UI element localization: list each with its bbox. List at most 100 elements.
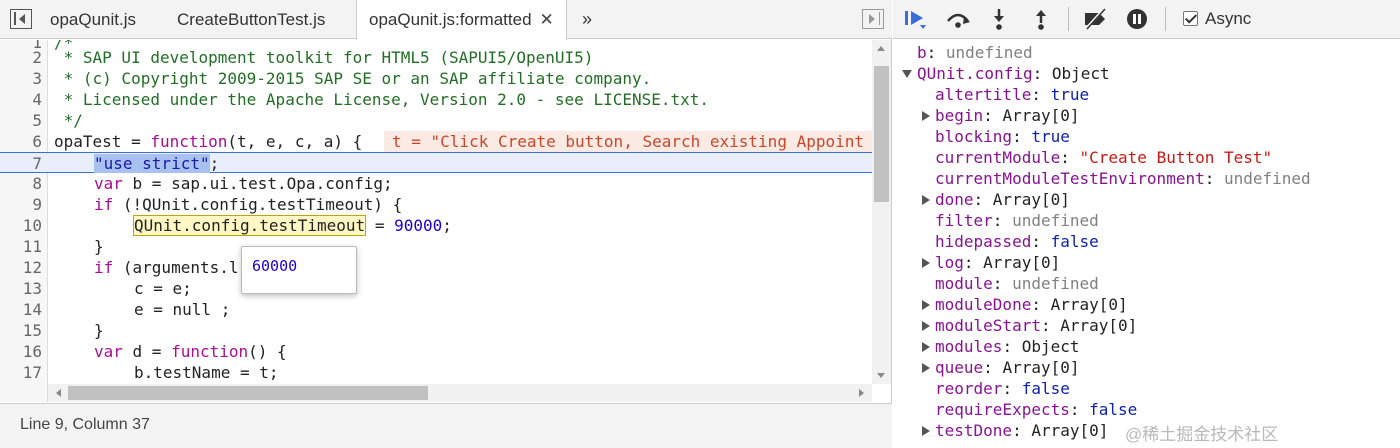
scope-row[interactable]: hidepassed: false xyxy=(893,231,1400,252)
property-name: currentModule xyxy=(935,148,1061,167)
expanded-triangle-icon[interactable] xyxy=(902,70,912,78)
scope-row[interactable]: filter: undefined xyxy=(893,210,1400,231)
scope-row[interactable]: reorder: false xyxy=(893,378,1400,399)
scope-row[interactable]: begin: Array[0] xyxy=(893,105,1400,126)
line-number[interactable]: 8 xyxy=(0,173,42,194)
hover-value: 60000 xyxy=(252,257,298,275)
pause-on-exceptions-icon[interactable] xyxy=(1124,7,1150,31)
tab-opaqunit[interactable]: opaQunit.js xyxy=(38,0,148,39)
deactivate-breakpoints-icon[interactable] xyxy=(1082,7,1108,31)
separator: : xyxy=(926,43,946,62)
line-number[interactable]: 6 xyxy=(0,131,42,152)
line-number[interactable]: 2 xyxy=(0,47,42,68)
code-editor[interactable]: 1/* 2 * SAP UI development toolkit for HT… xyxy=(0,40,872,384)
scrollbar-thumb[interactable] xyxy=(68,386,428,400)
async-checkbox[interactable] xyxy=(1183,11,1198,26)
code-line[interactable]: 3 * (c) Copyright 2009-2015 SAP SE or an… xyxy=(0,68,872,89)
scope-variables-tree[interactable]: b: undefined QUnit.config: Object altertit… xyxy=(893,40,1400,448)
line-number[interactable]: 9 xyxy=(0,194,42,215)
collapsed-triangle-icon[interactable] xyxy=(922,300,930,310)
scope-row[interactable]: requireExpects: false xyxy=(893,399,1400,420)
code-line[interactable]: 10 QUnit.config.testTimeout = 90000; xyxy=(0,215,872,236)
code-line[interactable]: 5 */ xyxy=(0,110,872,131)
scope-row[interactable]: b: undefined xyxy=(893,42,1400,63)
line-number[interactable]: 10 xyxy=(0,215,42,236)
scope-row[interactable]: moduleStart: Array[0] xyxy=(893,315,1400,336)
step-out-icon[interactable] xyxy=(1028,7,1054,31)
code-line[interactable]: 15} xyxy=(0,320,872,341)
step-over-icon[interactable] xyxy=(945,7,971,31)
line-number[interactable]: 3 xyxy=(0,68,42,89)
collapsed-triangle-icon[interactable] xyxy=(922,342,930,352)
close-icon[interactable]: ✕ xyxy=(540,0,554,40)
collapsed-triangle-icon[interactable] xyxy=(922,426,930,436)
line-number[interactable]: 12 xyxy=(0,257,42,278)
code-line[interactable]: 9 if (!QUnit.config.testTimeout) { xyxy=(0,194,872,215)
code-line[interactable]: 2 * SAP UI development toolkit for HTML5… xyxy=(0,47,872,68)
tab-overflow-icon[interactable]: » xyxy=(582,0,592,39)
code-line[interactable]: 4 * Licensed under the Apache License, V… xyxy=(0,89,872,110)
code-line[interactable]: 11} xyxy=(0,236,872,257)
code-line[interactable]: 6 opaTest = function(t, e, c, a) {t = "Cl… xyxy=(0,131,872,152)
scroll-up-icon[interactable] xyxy=(877,46,885,51)
code-line[interactable]: 7 "use strict"; xyxy=(0,152,872,173)
step-into-icon[interactable] xyxy=(986,7,1012,31)
collapsed-triangle-icon[interactable] xyxy=(922,363,930,373)
toggle-navigator-icon[interactable] xyxy=(10,9,32,29)
code-line[interactable]: 12if (arguments.l ) { xyxy=(0,257,872,278)
scope-row[interactable]: QUnit.config: Object xyxy=(893,63,1400,84)
scope-row[interactable]: blocking: true xyxy=(893,126,1400,147)
line-number[interactable]: 16 xyxy=(0,341,42,362)
toggle-debugger-icon[interactable] xyxy=(862,9,884,29)
resume-icon[interactable] xyxy=(903,7,929,31)
editor-tab-bar: opaQunit.js CreateButtonTest.js opaQunit… xyxy=(0,0,892,40)
code-line[interactable]: 13 c = e; xyxy=(0,278,872,299)
code-token: b.testName = t; xyxy=(134,363,279,382)
scope-entry: queue: Array[0] xyxy=(935,357,1080,378)
scope-row[interactable]: currentModule: "Create Button Test" xyxy=(893,147,1400,168)
line-number[interactable]: 5 xyxy=(0,110,42,131)
scroll-left-icon[interactable] xyxy=(56,389,61,397)
line-number[interactable]: 11 xyxy=(0,236,42,257)
scope-row[interactable]: moduleDone: Array[0] xyxy=(893,294,1400,315)
line-number[interactable]: 17 xyxy=(0,362,42,383)
line-number[interactable]: 13 xyxy=(0,278,42,299)
line-number[interactable]: 14 xyxy=(0,299,42,320)
code-line[interactable]: 8 var b = sap.ui.test.Opa.config; xyxy=(0,173,872,194)
code-text: * Licensed under the Apache License, Ver… xyxy=(54,89,709,110)
collapsed-triangle-icon[interactable] xyxy=(922,195,930,205)
collapsed-triangle-icon[interactable] xyxy=(922,258,930,268)
scope-row[interactable]: log: Array[0] xyxy=(893,252,1400,273)
code-token: ; xyxy=(209,154,220,173)
scope-row[interactable]: currentModuleTestEnvironment: undefined xyxy=(893,168,1400,189)
tab-createbuttontest[interactable]: CreateButtonTest.js xyxy=(165,0,337,39)
scope-row[interactable]: altertitle: true xyxy=(893,84,1400,105)
code-line[interactable]: 14 e = null ; xyxy=(0,299,872,320)
code-line[interactable]: 16 var d = function() { xyxy=(0,341,872,362)
scroll-right-icon[interactable] xyxy=(859,389,864,397)
code-token: () { xyxy=(248,342,287,361)
line-number[interactable]: 15 xyxy=(0,320,42,341)
scope-row[interactable]: modules: Object xyxy=(893,336,1400,357)
scroll-down-icon[interactable] xyxy=(877,373,885,378)
collapsed-triangle-icon[interactable] xyxy=(922,111,930,121)
scope-row[interactable]: done: Array[0] xyxy=(893,189,1400,210)
line-number[interactable]: 4 xyxy=(0,89,42,110)
scrollbar-thumb[interactable] xyxy=(874,66,889,202)
comment-text: * SAP UI development toolkit for HTML5 (… xyxy=(54,48,594,67)
scope-row[interactable]: module: undefined xyxy=(893,273,1400,294)
scope-row[interactable]: queue: Array[0] xyxy=(893,357,1400,378)
horizontal-scrollbar[interactable] xyxy=(48,384,872,402)
hovered-expression[interactable]: QUnit.config.testTimeout xyxy=(132,215,367,236)
code-text: var d = function() { xyxy=(94,341,287,362)
property-value: true xyxy=(1050,85,1090,104)
collapsed-triangle-icon[interactable] xyxy=(922,321,930,331)
code-token: ; xyxy=(442,216,452,235)
code-token: opaTest = xyxy=(54,132,151,151)
vertical-scrollbar[interactable] xyxy=(872,40,891,384)
code-line[interactable]: 17 b.testName = t; xyxy=(0,362,872,383)
separator: : xyxy=(1031,85,1051,104)
line-number[interactable]: 7 xyxy=(0,153,42,174)
tab-opaqunit-formatted[interactable]: opaQunit.js:formatted ✕ xyxy=(356,0,567,40)
separator: : xyxy=(983,358,1003,377)
